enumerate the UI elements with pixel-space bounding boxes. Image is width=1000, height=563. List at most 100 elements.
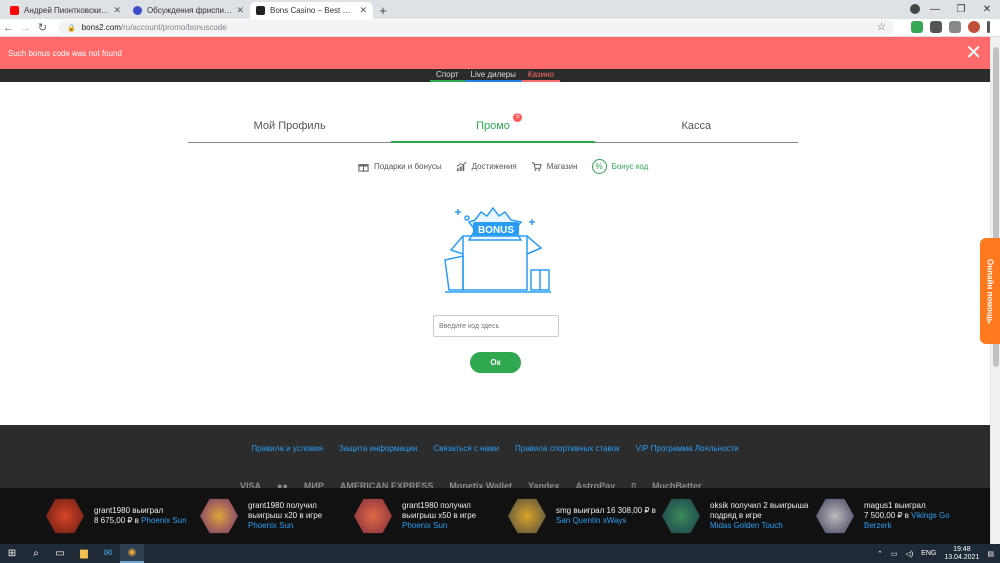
subnav-gifts[interactable]: Подарки и бонусы [358,161,442,172]
network-icon[interactable]: ▭ [891,550,898,558]
winner-item[interactable]: grant1980 выиграл 8 675,00 ₽ в Phoenix Su… [46,497,200,535]
profile-tabs: Мой Профиль Промо 5 Касса [188,113,798,143]
forward-icon[interactable]: → [17,22,34,34]
search-icon[interactable]: ⌕ [24,544,48,563]
winner-line: подряд в игре [710,511,762,520]
game-thumbnail[interactable] [508,498,546,534]
footer-link-terms[interactable]: Правила и условия [251,444,323,453]
footer-link-privacy[interactable]: Защита информации [339,444,417,453]
winner-line: выигрыш x20 в игре [248,511,323,520]
game-thumbnail[interactable] [200,498,238,534]
new-tab-button[interactable]: + [373,2,393,19]
url-host: bons2.com [81,23,121,32]
submit-bonus-code-button[interactable]: Ок [470,352,521,373]
winner-line: oksik получил 2 выигрыша [710,501,809,510]
winner-game-link[interactable]: San Quentin xWays [556,516,656,526]
chart-bars-icon [456,161,467,171]
close-window-icon[interactable]: ✕ [974,0,1000,19]
winner-item[interactable]: oksik получил 2 выигрыша подряд в игре Mi… [662,497,816,535]
tab-promo-label: Промо [476,120,510,132]
winner-game-link[interactable]: Phoenix Sun [402,521,476,531]
winner-item[interactable]: grant1980 получил выигрыш x50 в игре Phoen… [354,497,508,535]
minimize-icon[interactable]: — [922,0,948,19]
tab-cashier-label: Касса [681,120,712,132]
nav-live-dealers[interactable]: Live дилеры [464,69,522,82]
online-help-label: Онлайн помощь [985,258,995,324]
subnav-achievements-label: Достижения [471,161,517,171]
tab-title: Bons Casino – Best Online Casino [270,6,355,15]
subnav-bonus-code-label: Бонус код [611,161,649,171]
tab-profile[interactable]: Мой Профиль [188,117,392,143]
url-path: /ru/account/promo/bonuscode [120,23,227,32]
winner-game-link[interactable]: Midas Golden Touch [710,521,808,531]
browser-tab-bar: Андрей Пионтковский - Путин ✕ Обсуждения… [0,0,1000,19]
tab-promo[interactable]: Промо 5 [391,113,595,143]
windows-start-icon[interactable]: ⊞ [0,544,24,563]
game-thumbnail[interactable] [46,498,84,534]
tab-cashier[interactable]: Касса [594,117,798,143]
maximize-icon[interactable]: ❐ [948,0,974,19]
bookmark-star-icon[interactable]: ☆ [877,22,886,33]
extension-icons [911,21,990,33]
winner-item[interactable]: smg выиграл 16 308,00 ₽ в San Quentin xWa… [508,497,662,535]
browser-toolbar: ← → ↻ 🔒 bons2.com /ru/account/promo/bonu… [0,19,1000,37]
mail-icon[interactable]: ✉ [96,544,120,563]
game-thumbnail[interactable] [354,498,392,534]
winner-line: smg выиграл 16 308,00 ₽ в [556,506,656,515]
footer-link-vip[interactable]: VIP Программа Лояльности [636,444,739,453]
chrome-icon[interactable]: ◉ [120,544,144,563]
winner-item[interactable]: magus1 выиграл 7 500,00 ₽ в Vikings Go Be… [816,497,970,535]
tab-title: Андрей Пионтковский - Путин [24,6,109,15]
site-top-nav: Спорт Live дилеры Казино [0,69,990,82]
subnav-shop-label: Магазин [546,161,578,171]
cart-icon [531,161,542,171]
subnav-shop[interactable]: Магазин [531,161,578,172]
clock[interactable]: 19:48 13.04.2021 [944,546,979,562]
gift-icon [358,163,369,172]
close-tab-icon[interactable]: ✕ [236,5,244,16]
error-notification: Such bonus code was not found ✕ [0,37,990,69]
avatar[interactable] [968,21,980,33]
winner-item[interactable]: grant1980 получил выигрыш x20 в игре Phoen… [200,497,354,535]
task-view-icon[interactable]: ▭ [48,544,72,563]
account-main: Мой Профиль Промо 5 Касса Подарки и бону… [0,82,990,425]
back-icon[interactable]: ← [0,22,17,34]
winner-game-link[interactable]: Phoenix Sun [248,521,322,531]
browser-tab-1[interactable]: Андрей Пионтковский - Путин ✕ [4,2,127,19]
percent-icon: % [591,158,607,174]
subnav-achievements[interactable]: Достижения [456,161,517,172]
volume-icon[interactable]: ◁) [905,550,913,558]
tray-up-icon[interactable]: ⌃ [877,550,883,558]
bonus-code-input[interactable] [433,315,559,337]
footer-link-contact[interactable]: Связаться с нами [433,444,499,453]
online-help-button[interactable]: Онлайн помощь [980,238,1000,344]
game-thumbnail[interactable] [662,498,700,534]
address-bar[interactable]: 🔒 bons2.com /ru/account/promo/bonuscode … [59,20,894,35]
close-tab-icon[interactable]: ✕ [113,5,121,16]
nav-sport[interactable]: Спорт [430,69,465,82]
menu-dots-icon[interactable] [987,21,990,33]
extension-icon[interactable] [930,21,942,33]
file-explorer-icon[interactable]: ▆ [72,544,96,563]
footer-link-sports-rules[interactable]: Правила спортивных ставок [515,444,620,453]
shield-extension-icon[interactable] [911,21,923,33]
tab-title: Обсуждения фриспинов, промо [147,6,233,15]
tab-profile-label: Мой Профиль [253,120,326,132]
site-footer: Правила и условия Защита информации Связ… [0,425,990,491]
reload-icon[interactable]: ↻ [34,21,51,34]
close-notification-icon[interactable]: ✕ [965,43,982,63]
record-icon[interactable] [910,4,920,14]
window-controls: — ❐ ✕ [922,0,1000,19]
game-thumbnail[interactable] [816,498,854,534]
promo-count-badge: 5 [513,113,523,122]
browser-tab-3[interactable]: Bons Casino – Best Online Casino ✕ [250,2,373,19]
subnav-bonus-code[interactable]: % Бонус код [591,158,649,174]
language-indicator[interactable]: ENG [921,550,936,557]
extension-icon[interactable] [949,21,961,33]
winner-line: grant1980 получил [248,501,317,510]
notifications-icon[interactable]: ▤ [987,550,994,558]
browser-tab-2[interactable]: Обсуждения фриспинов, промо ✕ [127,2,250,19]
nav-casino[interactable]: Казино [521,69,560,82]
close-tab-icon[interactable]: ✕ [359,5,367,16]
winner-game-link[interactable]: Phoenix Sun [141,516,186,525]
